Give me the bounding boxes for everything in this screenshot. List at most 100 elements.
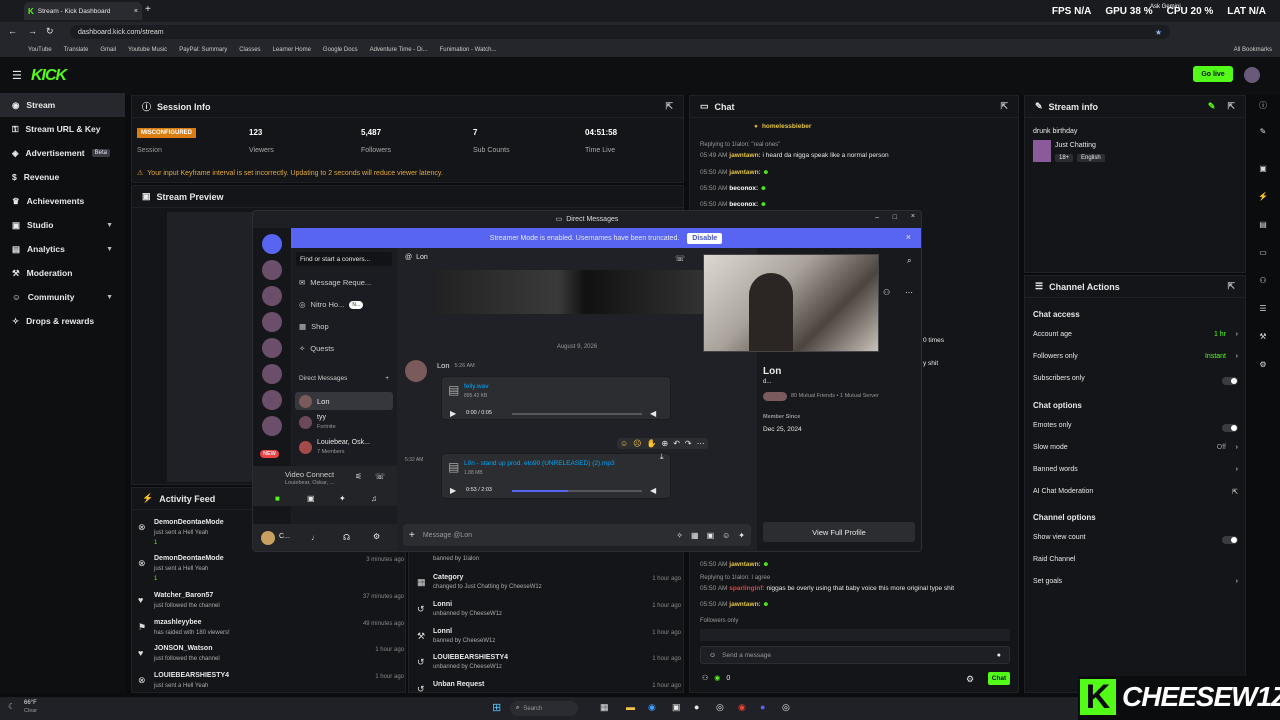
- bookmark-6[interactable]: Learner Home: [273, 47, 311, 53]
- reply-icon[interactable]: ↶: [673, 439, 680, 448]
- disable-button[interactable]: Disable: [687, 232, 723, 244]
- external-link-icon[interactable]: ⇱: [1227, 281, 1235, 292]
- hamburger-icon[interactable]: ☰: [12, 69, 22, 82]
- raid-channel-row[interactable]: Raid Channel: [1033, 556, 1238, 570]
- bookmark-9[interactable]: Funimation - Watch...: [440, 47, 497, 53]
- bookmark-3[interactable]: Youtube Music: [128, 47, 167, 53]
- volume-icon[interactable]: ◀: [650, 409, 656, 418]
- sidebar-item-revenue[interactable]: $ Revenue: [0, 165, 125, 189]
- sidebar-item-achievements[interactable]: ♛ Achievements: [0, 189, 125, 213]
- file-name[interactable]: felly.wav: [464, 383, 488, 390]
- sidebar-item-moderation[interactable]: ⚒ Moderation: [0, 261, 125, 285]
- avatar[interactable]: [261, 531, 275, 545]
- app-icon[interactable]: ▦: [600, 702, 609, 713]
- star-icon[interactable]: ★: [1155, 28, 1162, 37]
- server-icon[interactable]: [262, 286, 282, 306]
- maximize-icon[interactable]: □: [893, 214, 897, 221]
- list-icon[interactable]: ☰: [1254, 304, 1272, 318]
- feed-user[interactable]: DemonDeontaeMode: [154, 555, 224, 562]
- volume-icon[interactable]: ◀: [650, 486, 656, 495]
- followers-only-row[interactable]: Followers only Instant ›: [1033, 353, 1238, 367]
- download-icon[interactable]: ⤓: [660, 452, 664, 462]
- server-icon[interactable]: [262, 416, 282, 436]
- headphones-icon[interactable]: ☊: [343, 533, 350, 542]
- gift-icon[interactable]: ✧: [676, 531, 683, 540]
- all-bookmarks[interactable]: All Bookmarks: [1234, 47, 1272, 53]
- reload-icon[interactable]: ↻: [46, 26, 54, 37]
- avatar[interactable]: [405, 360, 427, 382]
- mic-icon[interactable]: ♩: [311, 533, 319, 542]
- avatar[interactable]: [1244, 67, 1260, 83]
- go-live-button[interactable]: Go live: [1193, 66, 1233, 82]
- external-link-icon[interactable]: ⇱: [1227, 101, 1235, 112]
- new-tab-icon[interactable]: +: [145, 4, 151, 15]
- settings-icon[interactable]: ⚙: [1254, 360, 1272, 374]
- start-icon[interactable]: ⊞: [492, 701, 501, 714]
- users-icon[interactable]: ⚇: [1254, 276, 1272, 290]
- sticker-icon[interactable]: ▣: [707, 531, 715, 540]
- screen-share-icon[interactable]: ▣: [307, 494, 315, 503]
- dm-item-group[interactable]: Louiebear, Osk... 7 Members: [299, 439, 393, 459]
- sidebar-item-studio[interactable]: ▣ Studio ▼: [0, 213, 125, 237]
- mod-title[interactable]: Unban Request: [433, 681, 484, 688]
- mod-title[interactable]: Lonnl: [433, 628, 452, 635]
- sidebar-item-analytics[interactable]: ▤ Analytics ▼: [0, 237, 125, 261]
- close-icon[interactable]: ×: [906, 232, 911, 242]
- chrome-icon[interactable]: ◉: [738, 702, 746, 713]
- server-icon[interactable]: [262, 390, 282, 410]
- external-link-icon[interactable]: ⇱: [1000, 101, 1008, 112]
- bookmark-0[interactable]: YouTube: [28, 47, 52, 53]
- nitro-item[interactable]: ◎ Nitro Ho... N...: [299, 300, 364, 309]
- feed-user[interactable]: LOUIEBEARSHIESTY4: [154, 672, 229, 679]
- kick-logo[interactable]: KICK: [31, 67, 67, 85]
- phone-icon[interactable]: ☏: [675, 254, 685, 263]
- sidebar-item-stream[interactable]: ◉ Stream: [0, 93, 125, 117]
- back-icon[interactable]: ←: [8, 26, 17, 36]
- quests-item[interactable]: ✧ Quests: [299, 344, 334, 353]
- folder-icon[interactable]: ▬: [626, 702, 635, 712]
- dm-item-tyy[interactable]: tyy Fortnite: [299, 414, 393, 434]
- set-goals-row[interactable]: Set goals ›: [1033, 578, 1238, 592]
- emotes-only-toggle[interactable]: [1222, 424, 1238, 432]
- gif-icon[interactable]: ▦: [691, 531, 699, 540]
- minimize-icon[interactable]: –: [875, 214, 879, 221]
- bookmark-1[interactable]: Translate: [64, 47, 89, 53]
- msg-user[interactable]: jawntawn:: [729, 152, 760, 159]
- bookmark-5[interactable]: Classes: [239, 47, 260, 53]
- browser-tab[interactable]: K Stream - Kick Dashboard ×: [24, 2, 142, 20]
- server-icon[interactable]: [262, 260, 282, 280]
- msg-user[interactable]: jawntawn:: [729, 601, 760, 608]
- sidebar-item-drops[interactable]: ✧ Drops & rewards: [0, 309, 125, 333]
- discord-home-icon[interactable]: [262, 234, 282, 254]
- wrench-icon[interactable]: ⚒: [1254, 332, 1272, 346]
- external-link-icon[interactable]: ⇱: [665, 101, 673, 112]
- reaction-icon[interactable]: ☺: [620, 439, 628, 448]
- view-full-profile-button[interactable]: View Full Profile: [763, 522, 915, 542]
- bookmark-7[interactable]: Google Docs: [323, 47, 358, 53]
- slow-mode-row[interactable]: Slow mode Off ›: [1033, 444, 1238, 458]
- msg-user[interactable]: beconox:: [729, 201, 758, 208]
- seek-bar[interactable]: [512, 490, 642, 492]
- steam-icon[interactable]: ◎: [716, 702, 724, 713]
- msg-user[interactable]: jawntawn:: [729, 561, 760, 568]
- play-icon[interactable]: ▶: [450, 409, 456, 418]
- message-video-embed[interactable]: [437, 270, 707, 314]
- ask-gemini-label[interactable]: Ask Gemini: [1150, 4, 1181, 10]
- file-name[interactable]: L0n - stand up prod. eto90 (UNRELEASED) …: [464, 460, 615, 467]
- emoji-icon[interactable]: ☺: [709, 652, 716, 659]
- camera-icon[interactable]: ■: [275, 494, 280, 503]
- shop-item[interactable]: ▦ Shop: [299, 322, 329, 331]
- pinned-username[interactable]: homelessbieber: [762, 123, 812, 130]
- apps-icon[interactable]: ✦: [738, 531, 745, 540]
- forward-icon[interactable]: ↷: [685, 439, 692, 448]
- settings-icon[interactable]: ⚙: [966, 674, 974, 685]
- url-field[interactable]: dashboard.kick.com/stream ★: [70, 25, 1170, 39]
- subscribers-only-toggle[interactable]: [1222, 377, 1238, 385]
- plus-icon[interactable]: +: [385, 375, 389, 382]
- mutual-info[interactable]: 80 Mutual Friends • 1 Mutual Server: [791, 393, 879, 399]
- panel-toggle-icon[interactable]: ▣: [1254, 164, 1272, 178]
- forward-icon[interactable]: →: [28, 26, 37, 36]
- message-input[interactable]: + Message @Lon ✧ ▦ ▣ ☺ ✦: [403, 524, 751, 546]
- add-friend-icon[interactable]: ⚇: [883, 288, 890, 297]
- msg-user[interactable]: sparlinginf:: [729, 585, 764, 592]
